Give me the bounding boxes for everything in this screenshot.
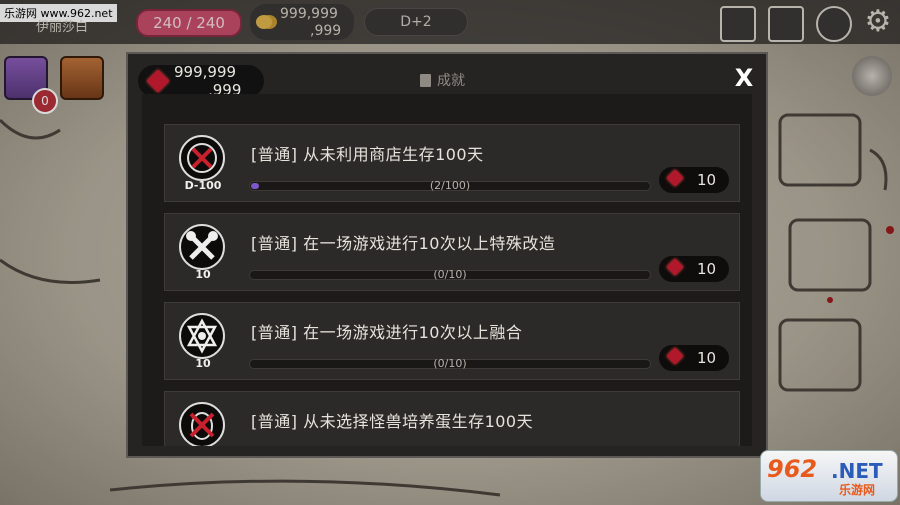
- reward-badge: 10: [659, 345, 729, 371]
- book-icon: [420, 74, 431, 87]
- progress-text: (2/100): [429, 179, 471, 192]
- achievement-title: [普通] 从未利用商店生存100天: [251, 145, 484, 164]
- progress-text: (0/10): [433, 357, 467, 370]
- no-shop-icon: [179, 135, 225, 181]
- achievement-title: [普通] 在一场游戏进行10次以上特殊改造: [251, 234, 556, 253]
- achievement-list[interactable]: D-100 [普通] 从未利用商店生存100天 (2/100) 10 10 [普…: [142, 94, 752, 446]
- progress-text: (0/10): [433, 268, 467, 281]
- achievement-subtitle: D-100: [184, 179, 222, 192]
- red-gem-icon: [146, 69, 170, 93]
- reward-badge: 10: [659, 167, 729, 193]
- watermark-cn: 乐游网: [839, 483, 876, 497]
- achievement-title: [普通] 从未选择怪兽培养蛋生存100天: [251, 412, 534, 431]
- achievement-card: 10 [普通] 在一场游戏进行10次以上特殊改造 (0/10) 10: [164, 213, 740, 291]
- achievement-card: 10 [普通] 在一场游戏进行10次以上融合 (0/10) 10: [164, 302, 740, 380]
- red-gem-icon: [666, 258, 684, 276]
- progress-bar: (2/100): [249, 179, 651, 192]
- panel-title-text: 成就: [437, 73, 465, 89]
- gem-counter: 999,999 ,999: [138, 63, 264, 99]
- reward-badge: 10: [659, 256, 729, 282]
- achievement-subtitle: 10: [195, 268, 211, 281]
- red-gem-icon: [666, 169, 684, 187]
- progress-bar: (0/10): [249, 357, 651, 370]
- achievement-card: [普通] 从未选择怪兽培养蛋生存100天: [164, 391, 740, 446]
- reward-value: 10: [697, 349, 717, 367]
- panel-title: 成就: [420, 70, 465, 90]
- achievement-panel: 999,999 ,999 成就 X D-100 [普通] 从未利用商店生存100…: [126, 52, 768, 458]
- achievement-title: [普通] 在一场游戏进行10次以上融合: [251, 323, 523, 342]
- fusion-icon: [179, 313, 225, 359]
- no-egg-icon: [179, 402, 225, 446]
- red-gem-icon: [666, 347, 684, 365]
- reward-value: 10: [697, 171, 717, 189]
- gem-value-line1: 999,999: [174, 63, 237, 81]
- progress-bar: (0/10): [249, 268, 651, 281]
- watermark-net: .NET: [831, 459, 883, 483]
- tools-icon: [179, 224, 225, 270]
- site-watermark-logo: 962 .NET 乐游网: [760, 450, 898, 502]
- achievement-subtitle: 10: [195, 357, 211, 370]
- achievement-card: D-100 [普通] 从未利用商店生存100天 (2/100) 10: [164, 124, 740, 202]
- reward-value: 10: [697, 260, 717, 278]
- close-button[interactable]: X: [732, 66, 756, 90]
- watermark-number: 962: [767, 455, 818, 483]
